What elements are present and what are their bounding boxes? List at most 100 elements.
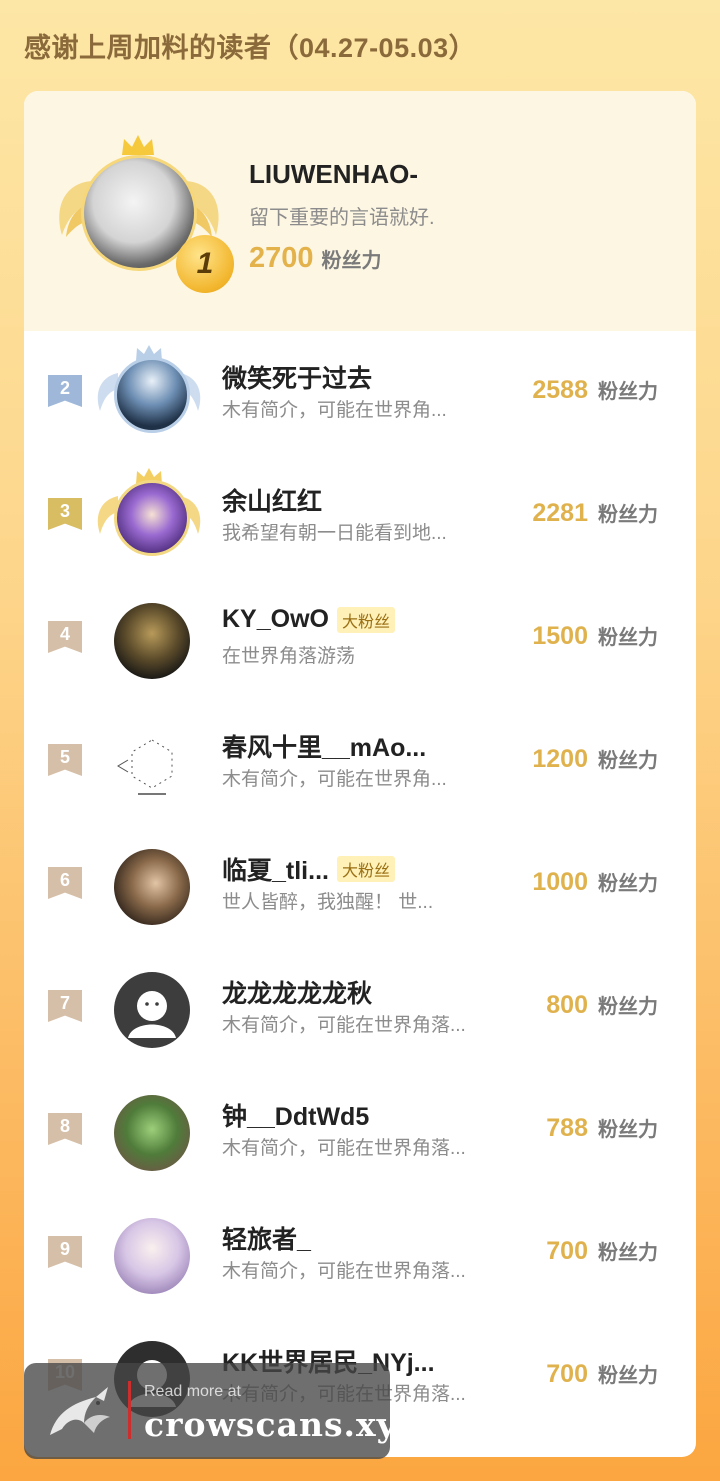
- score-value: 1500: [532, 622, 588, 650]
- score-value: 2281: [532, 499, 588, 527]
- score-unit: 粉丝力: [321, 250, 382, 272]
- reader-bio: 我希望有朝一日能看到地...: [222, 523, 447, 544]
- reader-score: 1000 粉丝力: [532, 867, 658, 897]
- reader-score: 1500 粉丝力: [532, 621, 658, 651]
- reader-bio: 木有简介，可能在世界角落...: [222, 1138, 466, 1159]
- score-unit: 粉丝力: [598, 1242, 658, 1264]
- reader-bio: 木有简介，可能在世界角...: [222, 400, 447, 421]
- rank-flag: 5: [48, 744, 82, 776]
- score-unit: 粉丝力: [598, 504, 658, 526]
- reader-name[interactable]: 余山红红: [222, 482, 322, 518]
- avatar[interactable]: [114, 726, 190, 802]
- leaderboard-card: 1 LIUWENHAO- 留下重要的言语就好. 2700 粉丝力 2 微笑死于过…: [24, 91, 696, 1457]
- score-unit: 粉丝力: [598, 1119, 658, 1141]
- score-value: 2588: [532, 376, 588, 404]
- diagram-avatar-icon: [117, 739, 173, 795]
- reader-name-text: 余山红红: [222, 488, 323, 516]
- reader-score: 2281 粉丝力: [532, 498, 658, 528]
- reader-score: 2588 粉丝力: [532, 375, 658, 405]
- score-unit: 粉丝力: [598, 750, 658, 772]
- list-item[interactable]: 4 KY_OwO 大粉丝 在世界角落游荡 1500 粉丝力: [24, 581, 696, 691]
- big-fan-badge: 大粉丝: [336, 606, 395, 633]
- list-item[interactable]: 8 钟__DdtWd5 木有简介，可能在世界角落... 788 粉丝力: [24, 1073, 696, 1183]
- list-item[interactable]: 3 余山红红 我希望有朝一日能看到地... 2281 粉丝力: [24, 458, 696, 568]
- list-item[interactable]: 9 轻旅者_ 木有简介，可能在世界角落... 700 粉丝力: [24, 1196, 696, 1306]
- reader-name-text: 钟__DdtWd5: [222, 1103, 370, 1131]
- avatar-frame: [94, 835, 204, 935]
- avatar-frame: [94, 589, 204, 689]
- reader-score: 800 粉丝力: [546, 990, 658, 1020]
- rank-flag: 6: [48, 867, 82, 899]
- avatar[interactable]: [114, 357, 190, 433]
- avatar[interactable]: [114, 1218, 190, 1294]
- reader-score: 788 粉丝力: [546, 1113, 658, 1143]
- reader-name[interactable]: 春风十里__mAo...: [222, 728, 426, 764]
- watermark-site-link[interactable]: crowscans.xyz: [144, 1405, 417, 1444]
- avatar[interactable]: [114, 603, 190, 679]
- top-avatar-frame: 1: [54, 133, 234, 293]
- score-value: 700: [546, 1237, 588, 1265]
- rank-flag: 9: [48, 1236, 82, 1268]
- reader-name[interactable]: KY_OwO 大粉丝: [222, 605, 395, 634]
- reader-name-text: 轻旅者_: [222, 1226, 311, 1254]
- reader-bio: 木有简介，可能在世界角落...: [222, 1261, 466, 1282]
- score-value: 788: [546, 1114, 588, 1142]
- reader-name[interactable]: 临夏_tli... 大粉丝: [222, 851, 395, 887]
- list-item[interactable]: 5 春风十里__mAo... 木有简介，可能在世界角... 1200 粉丝力: [24, 704, 696, 814]
- reader-score: 700 粉丝力: [546, 1359, 658, 1389]
- top-reader[interactable]: 1 LIUWENHAO- 留下重要的言语就好. 2700 粉丝力: [24, 91, 696, 331]
- score-unit: 粉丝力: [598, 381, 658, 403]
- score-value: 1200: [532, 745, 588, 773]
- rank-1-medal: 1: [176, 235, 234, 293]
- watermark-overlay[interactable]: Read more at crowscans.xyz: [24, 1363, 416, 1459]
- score-unit: 粉丝力: [598, 627, 658, 649]
- reader-name[interactable]: 轻旅者_: [222, 1220, 311, 1256]
- score-value: 2700: [249, 242, 314, 274]
- avatar[interactable]: [114, 1095, 190, 1171]
- reader-name[interactable]: 微笑死于过去: [222, 359, 372, 395]
- avatar-frame: [94, 343, 204, 443]
- crow-logo-icon: [50, 1387, 110, 1435]
- score-unit: 粉丝力: [598, 1365, 658, 1387]
- list-item[interactable]: 2 微笑死于过去 木有简介，可能在世界角... 2588 粉丝力: [24, 335, 696, 445]
- rank-flag: 4: [48, 621, 82, 653]
- score-value: 800: [546, 991, 588, 1019]
- avatar[interactable]: [114, 972, 190, 1048]
- list-item[interactable]: 7 龙龙龙龙龙秋 木有简介，可能在世界角落... 800 粉丝力: [24, 950, 696, 1060]
- score-unit: 粉丝力: [598, 873, 658, 895]
- watermark-divider: [128, 1381, 131, 1439]
- rank-flag: 8: [48, 1113, 82, 1145]
- reader-score: 1200 粉丝力: [532, 744, 658, 774]
- top-reader-score: 2700 粉丝力: [249, 242, 382, 275]
- crown-icon: [122, 135, 154, 155]
- reader-name-text: 春风十里__mAo...: [222, 734, 427, 762]
- big-fan-badge: 大粉丝: [336, 856, 395, 882]
- avatar-frame: [94, 958, 204, 1058]
- reader-bio: 木有简介，可能在世界角...: [222, 769, 447, 790]
- list-item[interactable]: 6 临夏_tli... 大粉丝 世人皆醉，我独醒！ 世... 1000 粉丝力: [24, 827, 696, 937]
- top-reader-name[interactable]: LIUWENHAO-: [249, 159, 418, 190]
- avatar-frame: [94, 466, 204, 566]
- avatar[interactable]: [114, 480, 190, 556]
- reader-name-text: 龙龙龙龙龙秋: [222, 980, 373, 1008]
- reader-name-text: KY_OwO: [222, 605, 329, 633]
- top-reader-bio: 留下重要的言语就好.: [249, 207, 435, 229]
- reader-name[interactable]: 钟__DdtWd5: [222, 1097, 369, 1133]
- avatar-frame: [94, 712, 204, 812]
- reader-bio: 世人皆醉，我独醒！ 世...: [222, 892, 434, 913]
- reader-bio: 在世界角落游荡: [222, 646, 356, 667]
- watermark-read-more: Read more at: [144, 1383, 241, 1400]
- reader-name[interactable]: 龙龙龙龙龙秋: [222, 974, 372, 1010]
- score-value: 1000: [532, 868, 588, 896]
- rank-flag: 7: [48, 990, 82, 1022]
- page-title: 感谢上周加料的读者（04.27-05.03）: [24, 33, 477, 63]
- avatar[interactable]: [114, 849, 190, 925]
- avatar-frame: [94, 1204, 204, 1304]
- default-user-icon: [128, 991, 176, 1038]
- reader-name-text: 临夏_tli...: [222, 857, 329, 885]
- reader-score: 700 粉丝力: [546, 1236, 658, 1266]
- rank-flag: 2: [48, 375, 82, 407]
- reader-name-text: 微笑死于过去: [222, 365, 373, 393]
- score-unit: 粉丝力: [598, 996, 658, 1018]
- avatar-frame: [94, 1081, 204, 1181]
